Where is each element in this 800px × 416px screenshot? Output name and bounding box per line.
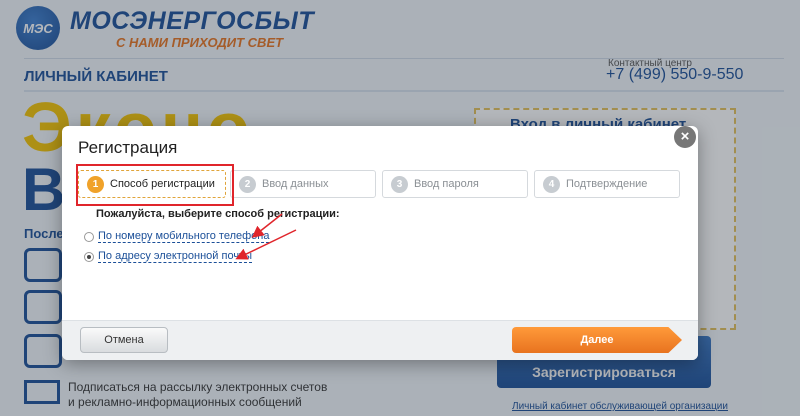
- modal-footer: Отмена Далее: [62, 320, 698, 360]
- option-email[interactable]: По адресу электронной почты: [84, 250, 252, 263]
- option-mobile-phone[interactable]: По номеру мобильного телефона: [84, 230, 270, 243]
- step-label: Подтверждение: [566, 178, 648, 190]
- step-number: 4: [543, 175, 560, 193]
- next-button[interactable]: Далее: [512, 327, 682, 353]
- radio-mobile-phone[interactable]: [84, 231, 94, 242]
- step-confirmation: 4 Подтверждение: [534, 170, 680, 198]
- annotation-highlight-box: [76, 164, 234, 206]
- step-data-entry: 2 Ввод данных: [230, 170, 376, 198]
- option-label[interactable]: По адресу электронной почты: [98, 250, 252, 263]
- modal-title: Регистрация: [78, 138, 178, 157]
- registration-modal: Регистрация × 1 Способ регистрации 2 Вво…: [62, 126, 698, 360]
- step-label: Ввод пароля: [414, 178, 479, 190]
- step-number: 2: [239, 175, 256, 193]
- step-number: 3: [391, 175, 408, 193]
- radio-email[interactable]: [84, 251, 94, 262]
- step-label: Ввод данных: [262, 178, 329, 190]
- step-password-entry: 3 Ввод пароля: [382, 170, 528, 198]
- option-label[interactable]: По номеру мобильного телефона: [98, 230, 270, 243]
- cancel-button[interactable]: Отмена: [80, 327, 168, 353]
- close-icon[interactable]: ×: [674, 126, 696, 148]
- prompt-text: Пожалуйста, выберите способ регистрации:: [96, 208, 340, 220]
